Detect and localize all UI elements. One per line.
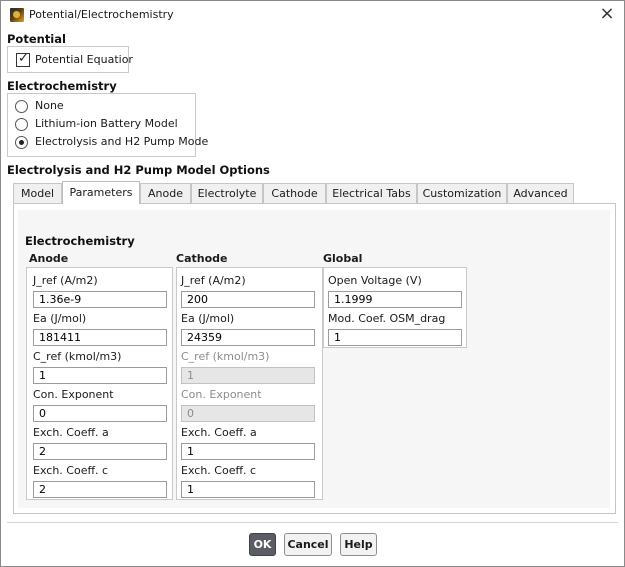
electrochemistry-group: None Lithium-ion Battery Model Electroly… <box>7 93 208 157</box>
app-icon <box>10 8 24 22</box>
open-voltage-label: Open Voltage (V) <box>328 274 422 287</box>
cathode-jref-label: J_ref (A/m2) <box>181 274 246 287</box>
global-group: Open Voltage (V) Mod. Coef. OSM_drag <box>323 267 467 348</box>
anode-con-exponent-label: Con. Exponent <box>33 388 114 401</box>
radio-electrolysis-label[interactable]: Electrolysis and H2 Pump Mode <box>35 135 208 148</box>
anode-exch-coeff-a-input[interactable] <box>33 443 167 460</box>
cathode-cref-label: C_ref (kmol/m3) <box>181 350 270 363</box>
potential-equation-checkbox[interactable]: ✓ <box>16 51 30 67</box>
tab-advanced[interactable]: Advanced <box>507 183 574 203</box>
footer-divider <box>7 522 618 523</box>
cathode-exch-coeff-c-input[interactable] <box>181 481 315 498</box>
potential-equation-label[interactable]: Potential Equatior <box>35 53 133 66</box>
cathode-exch-coeff-c-label: Exch. Coeff. c <box>181 464 257 477</box>
osm-drag-label: Mod. Coef. OSM_drag <box>328 312 446 325</box>
anode-jref-label: J_ref (A/m2) <box>33 274 98 287</box>
anode-cref-input[interactable] <box>33 367 167 384</box>
window-title: Potential/Electrochemistry <box>29 8 174 21</box>
anode-jref-input[interactable] <box>33 291 167 308</box>
model-options-heading: Electrolysis and H2 Pump Model Options <box>7 163 270 177</box>
cathode-con-exponent-input <box>181 405 315 422</box>
anode-exch-coeff-c-label: Exch. Coeff. c <box>33 464 109 477</box>
cathode-cref-input <box>181 367 315 384</box>
radio-electrolysis[interactable] <box>15 136 28 149</box>
cathode-ea-input[interactable] <box>181 329 315 346</box>
osm-drag-input[interactable] <box>328 329 462 346</box>
cathode-group: J_ref (A/m2) Ea (J/mol) C_ref (kmol/m3) … <box>176 267 323 500</box>
parameters-panel: Electrochemistry Anode J_ref (A/m2) Ea (… <box>13 203 616 514</box>
anode-group: J_ref (A/m2) Ea (J/mol) C_ref (kmol/m3) … <box>26 267 173 500</box>
anode-header: Anode <box>29 252 69 265</box>
potential-heading: Potential <box>7 32 66 46</box>
anode-ea-input[interactable] <box>33 329 167 346</box>
cathode-con-exponent-label: Con. Exponent <box>181 388 262 401</box>
tab-anode[interactable]: Anode <box>140 183 191 203</box>
radio-none-label[interactable]: None <box>35 99 64 112</box>
cathode-ea-label: Ea (J/mol) <box>181 312 235 325</box>
open-voltage-input[interactable] <box>328 291 462 308</box>
radio-lithium-ion-label[interactable]: Lithium-ion Battery Model <box>35 117 178 130</box>
parameters-panel-body: Electrochemistry Anode J_ref (A/m2) Ea (… <box>18 210 610 508</box>
global-header: Global <box>323 252 363 265</box>
tab-electrical-tabs[interactable]: Electrical Tabs <box>326 183 417 203</box>
tab-customization[interactable]: Customization <box>417 183 507 203</box>
tab-electrolyte[interactable]: Electrolyte <box>191 183 263 203</box>
close-button[interactable]: × <box>596 3 618 25</box>
anode-exch-coeff-c-input[interactable] <box>33 481 167 498</box>
ok-button[interactable]: OK <box>249 533 276 556</box>
anode-ea-label: Ea (J/mol) <box>33 312 87 325</box>
anode-cref-label: C_ref (kmol/m3) <box>33 350 122 363</box>
checkmark-icon: ✓ <box>18 51 29 66</box>
anode-con-exponent-input[interactable] <box>33 405 167 422</box>
radio-none[interactable] <box>15 100 28 113</box>
title-bar[interactable]: Potential/Electrochemistry × <box>1 1 624 29</box>
cancel-button[interactable]: Cancel <box>284 533 332 556</box>
help-button[interactable]: Help <box>340 533 377 556</box>
cathode-header: Cathode <box>176 252 228 265</box>
cathode-exch-coeff-a-label: Exch. Coeff. a <box>181 426 257 439</box>
dialog-window: Potential/Electrochemistry × Potential ✓… <box>0 0 625 567</box>
radio-lithium-ion[interactable] <box>15 118 28 131</box>
potential-group: ✓ Potential Equatior <box>7 46 133 73</box>
panel-electrochemistry-heading: Electrochemistry <box>25 234 135 248</box>
electrochemistry-heading: Electrochemistry <box>7 79 117 93</box>
cathode-exch-coeff-a-input[interactable] <box>181 443 315 460</box>
tab-model[interactable]: Model <box>13 183 62 203</box>
tab-cathode[interactable]: Cathode <box>263 183 326 203</box>
tab-parameters[interactable]: Parameters <box>62 181 140 204</box>
anode-exch-coeff-a-label: Exch. Coeff. a <box>33 426 109 439</box>
cathode-jref-input[interactable] <box>181 291 315 308</box>
